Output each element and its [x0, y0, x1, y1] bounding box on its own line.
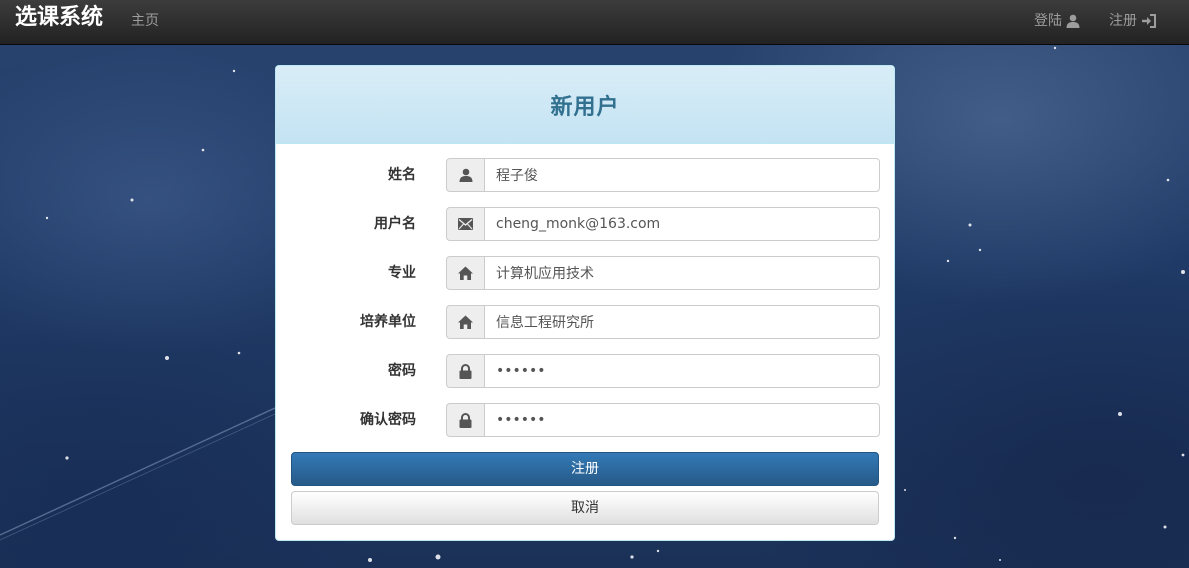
panel-heading: 新用户	[276, 66, 894, 144]
nav-login-link[interactable]: 登陆	[1034, 11, 1080, 31]
brand-logo[interactable]: 选课系统	[15, 4, 103, 32]
navbar: 选课系统 主页 登陆 注册	[0, 0, 1189, 45]
confirm-password-label: 确认密码	[360, 412, 416, 428]
unit-label: 培养单位	[360, 314, 416, 330]
nav-register-label: 注册	[1109, 13, 1137, 29]
user-icon	[1066, 14, 1080, 28]
username-label: 用户名	[374, 216, 416, 232]
major-input-group	[446, 256, 880, 290]
username-input-group	[446, 207, 880, 241]
nav-login-label: 登陆	[1034, 13, 1062, 29]
nav-register-link[interactable]: 注册	[1109, 11, 1157, 31]
register-panel: 新用户 姓名 用户名	[275, 65, 895, 541]
username-input[interactable]	[484, 207, 880, 241]
unit-input-group	[446, 305, 880, 339]
name-input-group	[446, 158, 880, 192]
user-icon	[446, 158, 484, 192]
major-label: 专业	[388, 265, 416, 281]
lock-icon	[446, 403, 484, 437]
major-input[interactable]	[484, 256, 880, 290]
form-row-password: 密码	[276, 354, 894, 388]
name-label: 姓名	[388, 167, 416, 183]
panel-title: 新用户	[550, 94, 620, 120]
home-icon	[446, 256, 484, 290]
cancel-button[interactable]: 取消	[291, 491, 879, 525]
home-icon	[446, 305, 484, 339]
password-label: 密码	[388, 363, 416, 379]
password-input[interactable]	[484, 354, 880, 388]
confirm-password-input[interactable]	[484, 403, 880, 437]
log-in-icon	[1141, 14, 1157, 28]
nav-home-link[interactable]: 主页	[131, 11, 159, 31]
form-row-major: 专业	[276, 256, 894, 290]
password-input-group	[446, 354, 880, 388]
form-row-username: 用户名	[276, 207, 894, 241]
form-row-name: 姓名	[276, 158, 894, 192]
form-row-unit: 培养单位	[276, 305, 894, 339]
envelope-icon	[446, 207, 484, 241]
register-button[interactable]: 注册	[291, 452, 879, 486]
confirm-password-input-group	[446, 403, 880, 437]
unit-input[interactable]	[484, 305, 880, 339]
name-input[interactable]	[484, 158, 880, 192]
form-row-confirm-password: 确认密码	[276, 403, 894, 437]
lock-icon	[446, 354, 484, 388]
